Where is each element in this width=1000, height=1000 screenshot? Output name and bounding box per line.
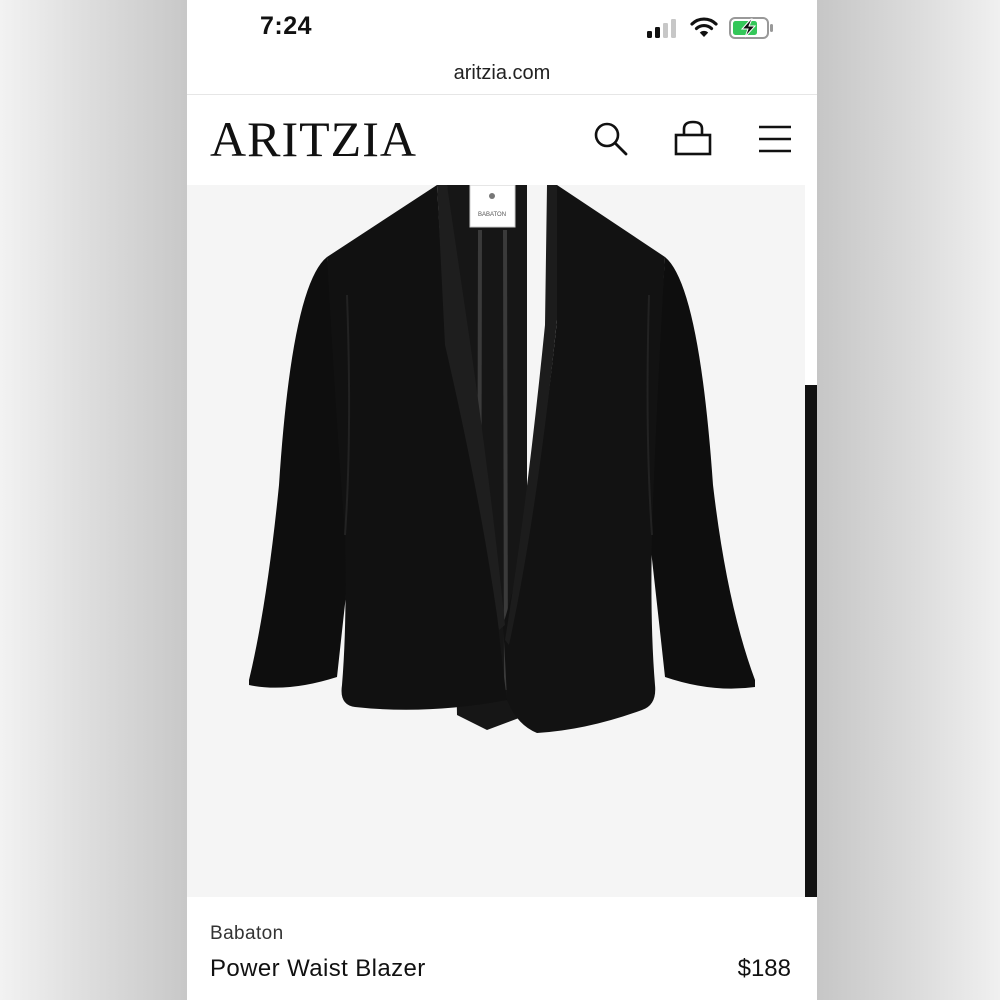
- wifi-icon: [690, 17, 718, 37]
- hamburger-menu-icon[interactable]: [755, 119, 795, 159]
- shopping-bag-icon[interactable]: [673, 119, 713, 159]
- phone-screen: 7:24 aritzia.com ARITZIA BABATON Babaton…: [187, 0, 817, 1000]
- next-image-peek[interactable]: [805, 385, 817, 897]
- aritzia-logo[interactable]: ARITZIA: [210, 110, 417, 168]
- browser-url-bar[interactable]: aritzia.com: [187, 56, 817, 95]
- product-image[interactable]: BABATON: [187, 184, 805, 897]
- product-brand[interactable]: Babaton: [210, 923, 284, 945]
- status-bar: 7:24: [187, 0, 817, 56]
- background-right: [817, 0, 1000, 1000]
- product-price: $188: [737, 955, 791, 982]
- garment-label: [469, 184, 516, 228]
- search-icon[interactable]: [591, 119, 631, 159]
- product-name[interactable]: Power Waist Blazer: [210, 955, 426, 983]
- background-left: [0, 0, 187, 1000]
- product-info: Babaton Power Waist Blazer $188: [187, 897, 817, 1000]
- status-time: 7:24: [260, 12, 313, 40]
- url-text[interactable]: aritzia.com: [454, 62, 551, 84]
- battery-charging-icon: [729, 17, 773, 39]
- site-header: ARITZIA: [187, 95, 817, 185]
- cellular-signal-icon: [647, 19, 676, 38]
- garment-label-text: BABATON: [478, 212, 506, 218]
- blazer-image: BABATON: [249, 184, 755, 733]
